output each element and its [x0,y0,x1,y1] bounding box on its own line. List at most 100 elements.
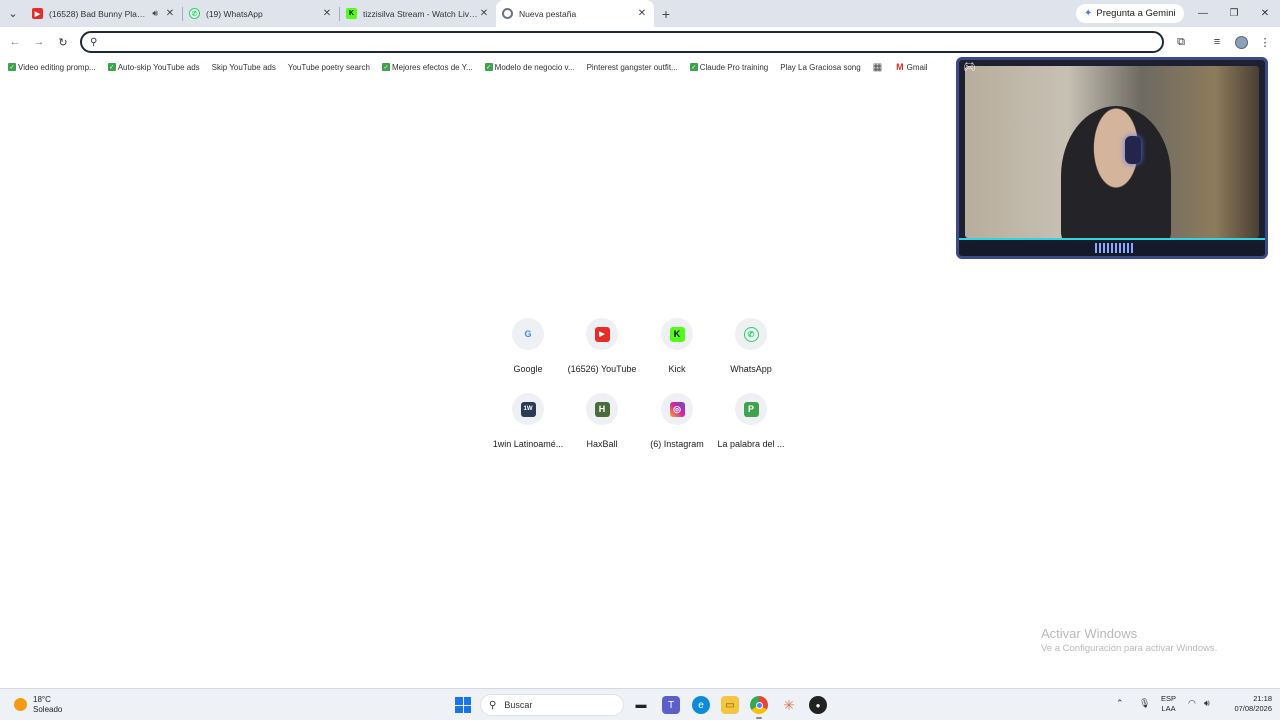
webcam-frame-bar [959,238,1265,256]
task-view-icon[interactable]: ▬ [632,696,650,714]
youtube-icon: ▶ [594,326,610,342]
close-icon[interactable]: ✕ [321,8,333,19]
language-indicator[interactable]: ESP LAA [1161,694,1176,714]
whatsapp-icon: ✆ [743,326,759,342]
shortcut-label: HaxBall [586,439,618,449]
shortcut-google[interactable]: G Google [489,318,567,374]
bookmark-item[interactable]: YouTube poetry search [288,63,370,72]
shortcut-la-palabra[interactable]: P La palabra del ... [712,393,790,449]
windows-logo-icon [455,697,463,705]
controller-icon: 🎮︎ [963,62,976,73]
close-icon[interactable]: ✕ [478,8,490,19]
shortcut-label: Kick [668,364,686,374]
clock-date: 07/08/2026 [1234,704,1272,713]
shortcut-1win[interactable]: 1W 1win Latinoamé... [489,393,567,449]
chrome-icon[interactable] [750,696,768,719]
youtube-icon: ▶ [32,8,43,19]
audio-wave-icon [1095,243,1135,253]
haxball-icon: H [594,401,610,417]
extensions-icon[interactable]: ⧉ [1172,33,1190,51]
close-icon[interactable]: ✕ [636,8,648,19]
shortcut-instagram[interactable]: ◎ (6) Instagram [638,393,716,449]
obs-icon[interactable]: ● [809,696,827,714]
shortcut-label: La palabra del ... [717,439,785,449]
search-icon: ⚲ [489,699,497,711]
edge-icon[interactable]: e [692,696,710,714]
new-tab-button[interactable]: + [654,6,678,22]
forward-button[interactable]: → [30,33,48,51]
wifi-icon[interactable]: ◠ [1188,698,1196,709]
bookmark-item[interactable]: Play La Graciosa song [780,63,861,72]
minimize-button[interactable]: — [1187,0,1219,27]
tab-title: Nueva pestaña [519,8,577,19]
shortcut-whatsapp[interactable]: ✆ WhatsApp [712,318,790,374]
file-explorer-icon[interactable]: ▭ [721,696,739,714]
activate-windows-title: Activar Windows [1041,626,1138,641]
shortcut-label: WhatsApp [730,364,772,374]
bookmark-item[interactable]: ✓ Mejores efectos de Y... [382,63,473,72]
gemini-button[interactable]: ✦ Pregunta a Gemini [1076,4,1184,23]
microphone-icon[interactable]: 🎙︎ [1139,698,1150,709]
start-button[interactable] [455,697,471,713]
tab-youtube[interactable]: ▶ (16528) Bad Bunny Playlist 🔊︎ ✕ [26,0,182,27]
tab-search-icon[interactable]: ⌄ [0,0,26,27]
apps-grid-icon[interactable]: ▦ [873,62,882,73]
bookmark-item[interactable]: ✓ Auto-skip YouTube ads [107,63,200,72]
kick-icon: K [346,8,357,19]
search-icon: ⚲ [90,36,98,48]
speaker-icon[interactable]: 🔊︎ [152,8,158,19]
tab-new-tab[interactable]: Nueva pestaña ✕ [496,0,654,27]
activate-windows-subtitle: Ve a Configuración para activar Windows. [1041,643,1218,654]
sun-icon[interactable] [14,698,27,711]
shortcut-kick[interactable]: K Kick [638,318,716,374]
tab-title: (16528) Bad Bunny Playlist [49,8,147,19]
avatar [1234,35,1248,49]
checkbox-icon: ✓ [484,63,493,71]
bookmark-item[interactable]: ✓ Video editing promp... [8,63,96,72]
reload-button[interactable]: ↻ [54,33,72,51]
address-bar[interactable]: ⚲ [80,31,1164,53]
claude-icon[interactable]: ✳ [780,696,798,714]
shortcut-label: Google [513,364,543,374]
tab-strip: ⌄ ▶ (16528) Bad Bunny Playlist 🔊︎ ✕ ✆ (1… [0,0,1280,27]
shortcut-label: 1win Latinoamé... [492,439,564,449]
weather-temperature[interactable]: 18°C [33,695,51,704]
window-close-button[interactable]: ✕ [1249,0,1280,27]
clock[interactable]: 21:18 07/08/2026 [1228,694,1272,714]
close-icon[interactable]: ✕ [164,8,176,19]
bookmark-item[interactable]: Pinterest gangster outfit... [587,63,678,72]
bookmark-item[interactable]: Skip YouTube ads [212,63,276,72]
weather-condition[interactable]: Soleado [33,705,62,714]
taskbar: 18°C Soleado ⚲ Buscar ▬ T e ▭ ✳ ● ⌃ 🎙︎ E… [0,688,1280,720]
menu-icon[interactable]: ⋮ [1256,33,1274,51]
maximize-button[interactable]: ❐ [1218,0,1250,27]
bookmark-gmail[interactable]: M Gmail [896,62,927,72]
profile-avatar[interactable] [1232,33,1250,51]
p-letter-icon: P [743,401,759,417]
chrome-icon [502,8,513,19]
back-button[interactable]: ← [6,33,24,51]
volume-icon[interactable]: 🔊︎ [1204,698,1210,709]
taskbar-search[interactable]: ⚲ Buscar [480,694,624,716]
webcam-video [965,66,1259,246]
bookmark-item[interactable]: ✓ Claude Pro training [689,63,768,72]
address-input[interactable] [103,36,1162,48]
bookmark-item[interactable]: ✓ Modelo de negocio v... [484,63,575,72]
tab-kick[interactable]: K tizzisilva Stream - Watch Live o ✕ [340,0,496,27]
teams-icon[interactable]: T [662,696,680,714]
media-controls-icon[interactable]: ≡ [1208,33,1226,51]
checkbox-icon: ✓ [8,63,16,71]
instagram-icon: ◎ [669,401,685,417]
shortcut-youtube[interactable]: ▶ (16526) YouTube [563,318,641,374]
streamer-figure [1061,106,1171,246]
tab-title: (19) WhatsApp [206,8,263,19]
tray-overflow-icon[interactable]: ⌃ [1116,698,1124,709]
gemini-label: Pregunta a Gemini [1096,8,1176,19]
tab-whatsapp[interactable]: ✆ (19) WhatsApp ✕ [183,0,339,27]
whatsapp-icon: ✆ [189,8,200,19]
gemini-sparkle-icon: ✦ [1084,8,1093,19]
checkbox-icon: ✓ [107,63,116,71]
shortcut-haxball[interactable]: H HaxBall [563,393,641,449]
checkbox-icon: ✓ [382,63,391,71]
clock-time: 21:18 [1253,694,1272,703]
